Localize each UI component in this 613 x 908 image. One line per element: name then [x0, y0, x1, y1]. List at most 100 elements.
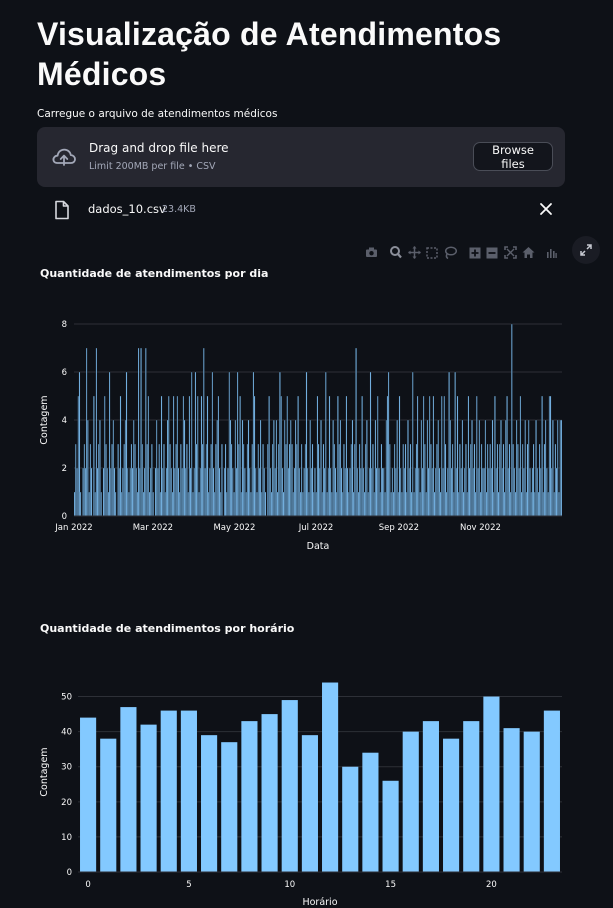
bar [434, 467, 437, 517]
camera-icon[interactable] [365, 247, 378, 258]
dropzone-title: Drag and drop file here [89, 141, 229, 155]
bar [441, 395, 443, 517]
bar [309, 419, 311, 517]
close-icon[interactable] [537, 199, 555, 219]
bar [354, 443, 356, 517]
bar [370, 467, 373, 517]
bar [433, 491, 436, 517]
bar [525, 491, 528, 517]
file-dropzone[interactable]: Drag and drop file here Limit 200MB per … [37, 127, 565, 187]
bar [213, 491, 216, 517]
bar [479, 491, 482, 517]
bar [228, 371, 230, 517]
bar [281, 700, 298, 872]
plotly-logo-icon[interactable] [546, 248, 557, 258]
bar [286, 395, 288, 517]
bar [184, 467, 187, 517]
bar [268, 395, 270, 517]
bar [511, 323, 513, 517]
bar [348, 491, 350, 517]
hourly-chart: Quantidade de atendimentos por horário 0 1… [39, 622, 562, 908]
x-tick-label: Nov 2022 [460, 523, 501, 533]
bar [418, 467, 420, 517]
bar [105, 443, 107, 517]
bar [331, 491, 333, 517]
bar [292, 491, 295, 517]
bar [241, 721, 258, 872]
bar [483, 467, 485, 517]
bar [507, 467, 510, 517]
bar [223, 467, 226, 517]
bar [169, 443, 171, 517]
bar [119, 395, 122, 517]
bar [117, 443, 119, 517]
bar [229, 419, 232, 517]
bar [168, 395, 170, 517]
bar [189, 467, 192, 517]
bar [439, 491, 442, 517]
y-axis-label: Contagem [39, 395, 50, 444]
bar [256, 491, 258, 517]
bar [255, 467, 257, 517]
bar [471, 419, 473, 517]
bar [523, 467, 525, 517]
bar [534, 491, 536, 517]
bar [288, 443, 291, 517]
bar [234, 419, 237, 517]
bar [374, 419, 377, 517]
bar [397, 491, 400, 517]
bar [199, 467, 202, 517]
bar [529, 467, 531, 517]
y-tick-label: 20 [61, 798, 72, 808]
bar [211, 371, 214, 517]
bar [284, 419, 286, 517]
bar [496, 443, 499, 517]
bar [259, 419, 262, 517]
bar [413, 491, 415, 517]
bar [114, 491, 117, 517]
bar [235, 467, 238, 517]
bar [319, 467, 321, 517]
bar [398, 395, 401, 517]
y-tick-label: 10 [61, 833, 72, 843]
bar [128, 491, 130, 517]
bar [399, 467, 402, 517]
bar [137, 347, 140, 517]
bar [456, 395, 459, 517]
bar [483, 696, 500, 872]
bar [430, 443, 432, 517]
bar [392, 491, 395, 517]
bar [321, 491, 324, 517]
bar [263, 467, 266, 517]
bar [443, 395, 446, 517]
bar [294, 419, 297, 517]
x-tick-label: 0 [85, 880, 90, 890]
y-tick-label: 50 [61, 693, 72, 703]
bar [327, 467, 330, 517]
bar [75, 443, 77, 517]
bar [550, 467, 553, 517]
bar [410, 491, 413, 517]
bar [158, 443, 160, 517]
bar [391, 467, 394, 517]
bar [205, 443, 208, 517]
dropzone-limit: Limit 200MB per file • CSV [89, 161, 216, 172]
bar [558, 491, 560, 517]
uploader-label: Carregue o arquivo de atendimentos médic… [37, 108, 278, 120]
bar [342, 766, 359, 872]
bar [201, 443, 204, 517]
bar [126, 467, 129, 517]
bar [323, 467, 326, 517]
browse-files-button[interactable]: Browse files [473, 142, 553, 171]
bar [444, 443, 447, 517]
y-tick-label: 40 [61, 728, 72, 738]
bar [462, 491, 465, 517]
bar [416, 395, 419, 517]
bar [273, 419, 275, 517]
bar [87, 419, 89, 517]
bar [104, 395, 106, 517]
x-axis-label: Horário [302, 897, 337, 908]
bar [338, 443, 340, 517]
bar [135, 467, 137, 517]
bar [89, 443, 92, 517]
